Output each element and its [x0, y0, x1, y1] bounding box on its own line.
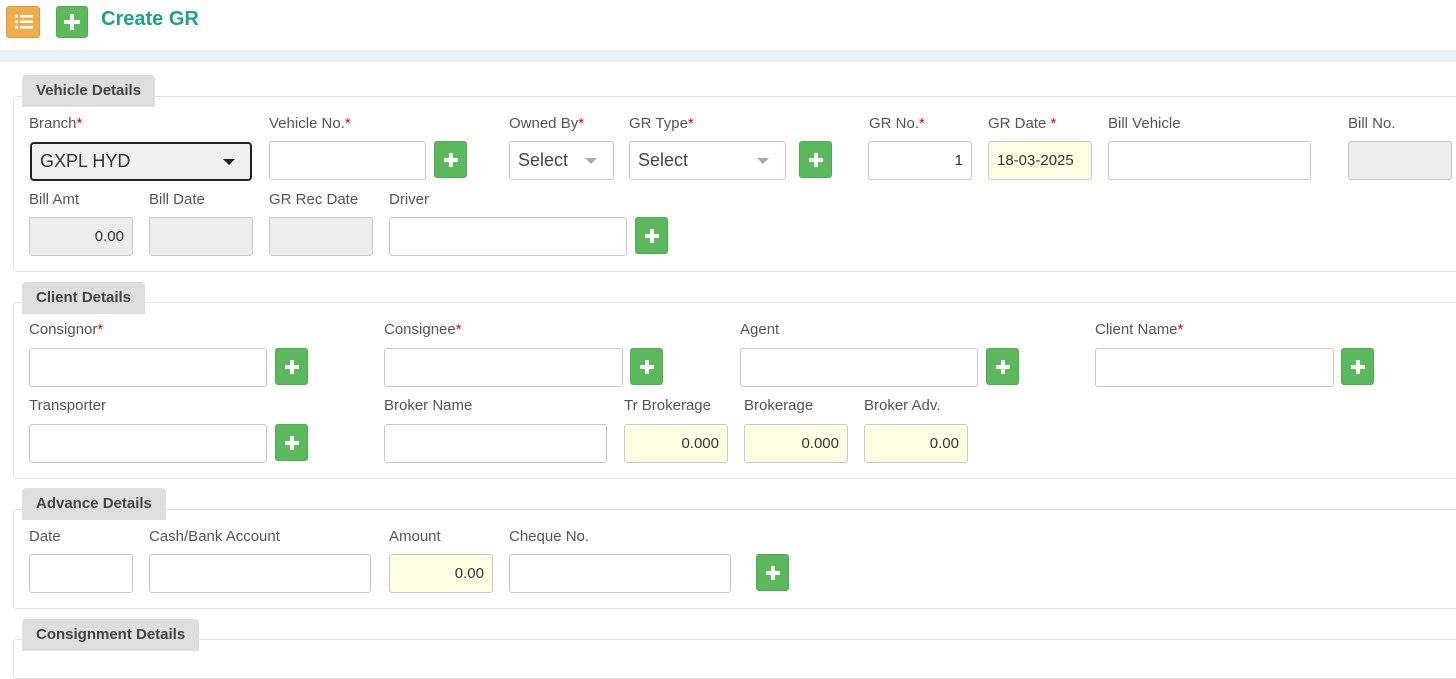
branch-label: Branch* [29, 115, 83, 132]
owned-by-label: Owned By* [509, 115, 585, 132]
brokerage-label: Brokerage [744, 397, 814, 414]
cheque-no-label: Cheque No. [509, 528, 590, 545]
plus-icon [808, 152, 823, 167]
gr-type-select[interactable]: Select [629, 141, 786, 180]
top-bar: Create GR [0, 0, 1456, 50]
add-transporter-button[interactable] [275, 424, 308, 461]
advance-date-input[interactable] [29, 554, 133, 593]
consignor-input[interactable] [29, 348, 267, 387]
tr-brokerage-input[interactable] [624, 424, 728, 463]
transporter-input[interactable] [29, 424, 267, 463]
amount-input[interactable] [389, 554, 493, 593]
gr-date-input[interactable] [988, 141, 1092, 180]
tr-brokerage-label: Tr Brokerage [624, 397, 711, 414]
add-consignor-button[interactable] [275, 348, 308, 385]
amount-label: Amount [389, 528, 441, 545]
bill-amt-input[interactable] [29, 217, 133, 256]
add-consignee-button[interactable] [630, 348, 663, 385]
gr-type-label: GR Type* [629, 115, 694, 132]
agent-label: Agent [740, 321, 780, 338]
client-details-tab[interactable]: Client Details [22, 282, 146, 314]
branch-select[interactable]: GXPL HYD [30, 142, 252, 181]
page-title: Create GR [101, 8, 199, 30]
gr-rec-date-label: GR Rec Date [269, 191, 359, 208]
gr-no-input[interactable] [868, 141, 972, 180]
add-driver-button[interactable] [635, 217, 668, 254]
bill-vehicle-label: Bill Vehicle [1108, 115, 1181, 132]
bill-amt-label: Bill Amt [29, 191, 80, 208]
gr-date-label: GR Date * [988, 115, 1057, 132]
vehicle-no-label: Vehicle No.* [269, 115, 351, 132]
consignee-input[interactable] [384, 348, 623, 387]
plus-icon [1350, 359, 1365, 374]
plus-icon [644, 228, 659, 243]
gr-no-label: GR No.* [869, 115, 925, 132]
cash-bank-account-input[interactable] [149, 554, 371, 593]
bill-vehicle-input[interactable] [1108, 141, 1311, 180]
cheque-no-input[interactable] [509, 554, 731, 593]
chevron-down-icon [585, 158, 597, 164]
plus-icon [765, 565, 780, 580]
client-name-input[interactable] [1095, 348, 1334, 387]
add-vehicle-button[interactable] [434, 141, 467, 178]
brokerage-input[interactable] [744, 424, 848, 463]
add-client-button[interactable] [1341, 348, 1374, 385]
driver-label: Driver [389, 191, 429, 208]
bill-date-label: Bill Date [149, 191, 205, 208]
plus-icon [284, 435, 299, 450]
plus-icon [639, 359, 654, 374]
consignment-details-section [13, 639, 1456, 679]
consignor-label: Consignor* [29, 321, 104, 338]
add-button[interactable] [56, 6, 88, 38]
cash-bank-account-label: Cash/Bank Account [149, 528, 280, 545]
broker-adv-label: Broker Adv. [864, 397, 941, 414]
driver-input[interactable] [389, 217, 627, 256]
bill-no-label: Bill No. [1348, 115, 1396, 132]
consignee-label: Consignee* [384, 321, 462, 338]
client-name-label: Client Name* [1095, 321, 1184, 338]
bill-no-input[interactable] [1348, 141, 1452, 180]
plus-icon [995, 359, 1010, 374]
list-icon [15, 15, 33, 29]
plus-icon [443, 152, 458, 167]
add-advance-button[interactable] [756, 554, 789, 591]
bill-date-input[interactable] [149, 217, 253, 256]
broker-name-input[interactable] [384, 424, 607, 463]
plus-icon [64, 14, 80, 30]
advance-date-label: Date [29, 528, 61, 545]
vehicle-details-tab[interactable]: Vehicle Details [22, 75, 156, 107]
broker-name-label: Broker Name [384, 397, 473, 414]
vehicle-no-input[interactable] [269, 141, 426, 180]
add-gr-type-button[interactable] [799, 141, 832, 178]
owned-by-select[interactable]: Select [509, 141, 614, 180]
broker-adv-input[interactable] [864, 424, 968, 463]
consignment-details-tab[interactable]: Consignment Details [22, 619, 200, 651]
header-divider [0, 50, 1456, 62]
advance-details-tab[interactable]: Advance Details [22, 488, 166, 520]
transporter-label: Transporter [29, 397, 106, 414]
chevron-down-icon [223, 159, 235, 165]
gr-rec-date-input[interactable] [269, 217, 373, 256]
add-agent-button[interactable] [986, 348, 1019, 385]
plus-icon [284, 359, 299, 374]
menu-button[interactable] [6, 6, 40, 38]
agent-input[interactable] [740, 348, 978, 387]
chevron-down-icon [757, 158, 769, 164]
